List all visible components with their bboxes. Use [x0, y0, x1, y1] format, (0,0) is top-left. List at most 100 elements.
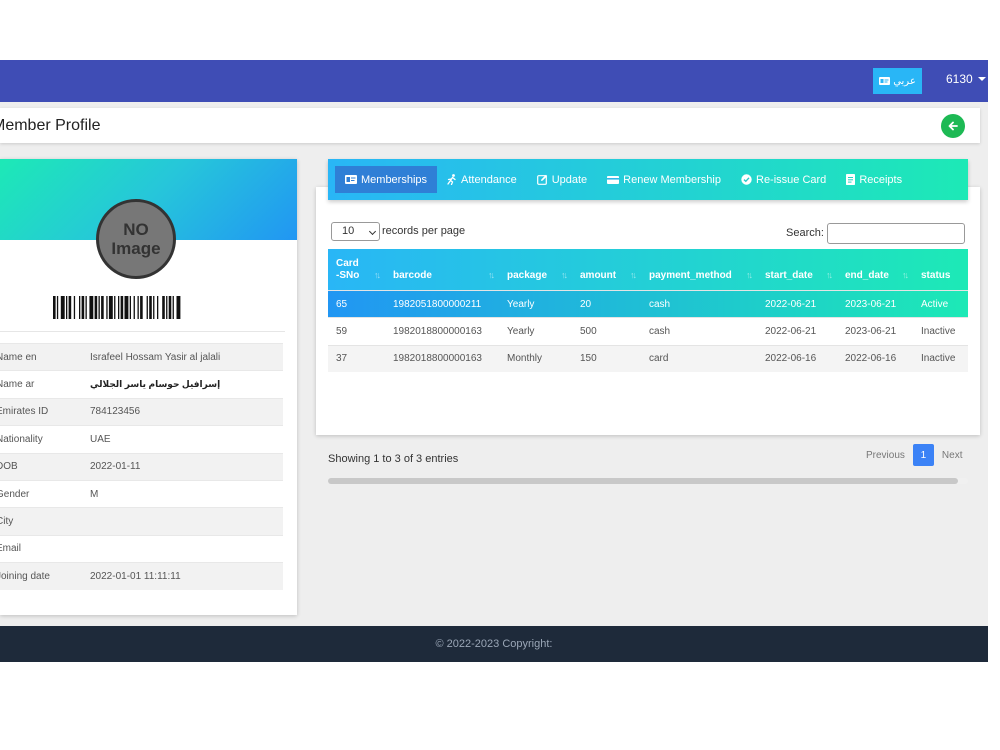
column-header-label: end_date	[845, 270, 889, 281]
info-value: إسرافيل حوسام ياسر الجلالي	[90, 379, 221, 390]
table-cell: 2022-06-21	[765, 325, 817, 337]
edit-icon	[536, 174, 547, 185]
info-row-name-en: Name en Israfeel Hossam Yasir al jalali	[0, 343, 283, 371]
table-cell: Yearly	[507, 298, 535, 310]
tab-label: Receipts	[859, 173, 903, 186]
sort-icon: ↑↓	[826, 270, 833, 280]
table-row[interactable]: 59 1982018800000163 Yearly 500 cash 2022…	[328, 317, 968, 344]
info-value: M	[90, 488, 99, 500]
app-window: عربي 6130 Member Profile NO Image Name e…	[0, 60, 988, 662]
info-value: 2022-01-11	[90, 461, 141, 473]
table-cell: Inactive	[921, 353, 956, 365]
scrollbar-thumb[interactable]	[328, 478, 958, 484]
back-button[interactable]	[941, 114, 965, 138]
info-value: 2022-01-01 11:11:11	[90, 570, 181, 582]
column-header-end-date[interactable]: end_date ↑↓	[837, 249, 913, 290]
memberships-table: Card-SNo ↑↓ barcode ↑↓ package ↑↓ amount ↑↓ …	[328, 249, 968, 372]
info-row-city: City	[0, 507, 283, 535]
column-header-start-date[interactable]: start_date ↑↓	[757, 249, 837, 290]
table-header: Card-SNo ↑↓ barcode ↑↓ package ↑↓ amount ↑↓ …	[328, 249, 968, 290]
sort-icon: ↑↓	[488, 270, 495, 280]
arrow-left-icon	[948, 121, 958, 131]
table-cell: cash	[649, 298, 671, 310]
table-cell: 150	[580, 353, 597, 365]
language-label: عربي	[893, 75, 916, 87]
column-header-card-sno[interactable]: Card-SNo ↑↓	[328, 249, 385, 290]
info-value: 784123456	[90, 406, 141, 418]
horizontal-scrollbar[interactable]	[328, 478, 968, 484]
info-row-gender: Gender M	[0, 479, 283, 507]
search-input[interactable]	[827, 223, 965, 244]
top-navbar: عربي 6130	[0, 60, 988, 102]
pagination-previous-button[interactable]: Previous	[866, 450, 905, 461]
info-value: UAE	[90, 433, 111, 445]
table-cell: 2023-06-21	[845, 325, 897, 337]
tab-reissue-card[interactable]: Re-issue Card	[731, 166, 836, 193]
tab-label: Update	[551, 173, 588, 186]
column-header-payment-method[interactable]: payment_method ↑↓	[641, 249, 757, 290]
tab-label: Renew Membership	[623, 173, 721, 186]
table-cell: 1982018800000163	[393, 353, 482, 365]
tab-update[interactable]: Update	[527, 166, 597, 193]
tab-attendance[interactable]: Attendance	[437, 166, 527, 193]
id-card-icon	[879, 77, 891, 85]
info-label: Gender	[0, 488, 30, 500]
info-label: Joining date	[0, 570, 50, 582]
table-cell: 2023-06-21	[845, 298, 897, 310]
column-header-label: amount	[580, 270, 617, 281]
user-menu-dropdown[interactable]: 6130	[946, 72, 986, 86]
language-switch-button[interactable]: عربي	[873, 68, 922, 94]
pagination: Previous 1 Next	[866, 444, 962, 466]
records-per-page-select[interactable]: 10	[331, 222, 380, 241]
avatar-placeholder-line1: NO	[123, 220, 149, 239]
check-circle-icon	[741, 174, 752, 185]
member-profile-card: NO Image Name en Israfeel Hossam Yasir al…	[0, 159, 297, 615]
table-cell: 1982018800000163	[393, 325, 482, 337]
info-row-name-ar: Name ar إسرافيل حوسام ياسر الجلالي	[0, 370, 283, 397]
table-cell: Active	[921, 298, 949, 310]
table-cell: 65	[336, 298, 348, 310]
receipt-icon	[846, 174, 856, 185]
pagination-page-button[interactable]: 1	[912, 444, 934, 466]
sort-icon: ↑↓	[902, 270, 909, 280]
sort-icon: ↑↓	[561, 270, 568, 280]
table-row[interactable]: 37 1982018800000163 Monthly 150 card 202…	[328, 344, 968, 372]
id-card-icon	[345, 175, 357, 184]
card-divider	[0, 331, 285, 332]
search-label: Search:	[786, 227, 824, 239]
column-header-package[interactable]: package ↑↓	[499, 249, 572, 290]
sort-icon: ↑↓	[630, 270, 637, 280]
info-row-dob: DOB 2022-01-11	[0, 452, 283, 480]
table-cell: cash	[649, 325, 671, 337]
tab-renew-membership[interactable]: Renew Membership	[597, 166, 731, 193]
column-header-status[interactable]: status	[913, 249, 968, 290]
tab-label: Attendance	[461, 173, 517, 186]
tab-label: Memberships	[361, 173, 428, 186]
caret-down-icon	[977, 77, 986, 81]
tab-receipts[interactable]: Receipts	[836, 166, 912, 193]
column-header-label: package	[507, 270, 548, 281]
footer: © 2022-2023 Copyright:	[0, 626, 988, 662]
column-header-barcode[interactable]: barcode ↑↓	[385, 249, 499, 290]
table-row[interactable]: 65 1982051800000211 Yearly 20 cash 2022-…	[328, 290, 968, 318]
table-cell: Monthly	[507, 353, 543, 365]
table-cell: 1982051800000211	[393, 298, 482, 310]
column-header-label: status	[921, 270, 951, 281]
table-info-text: Showing 1 to 3 of 3 entries	[328, 453, 459, 465]
user-label: 6130	[946, 72, 973, 86]
pagination-next-button[interactable]: Next	[942, 450, 963, 461]
tab-memberships[interactable]: Memberships	[335, 166, 438, 193]
table-cell: 2022-06-21	[765, 298, 817, 310]
copyright-text: © 2022-2023 Copyright:	[435, 638, 553, 650]
info-row-joining-date: Joining date 2022-01-01 11:11:11	[0, 562, 283, 590]
profile-tabbar: Memberships Attendance Update Renew Memb…	[328, 159, 968, 200]
info-value: Israfeel Hossam Yasir al jalali	[90, 351, 221, 363]
running-icon	[447, 174, 456, 185]
info-label: City	[0, 516, 14, 528]
column-header-amount[interactable]: amount ↑↓	[572, 249, 641, 290]
avatar: NO Image	[96, 199, 176, 279]
table-cell: 2022-06-16	[765, 353, 817, 365]
table-cell: Yearly	[507, 325, 535, 337]
chevron-down-icon	[368, 227, 377, 236]
table-cell: 2022-06-16	[845, 353, 897, 365]
